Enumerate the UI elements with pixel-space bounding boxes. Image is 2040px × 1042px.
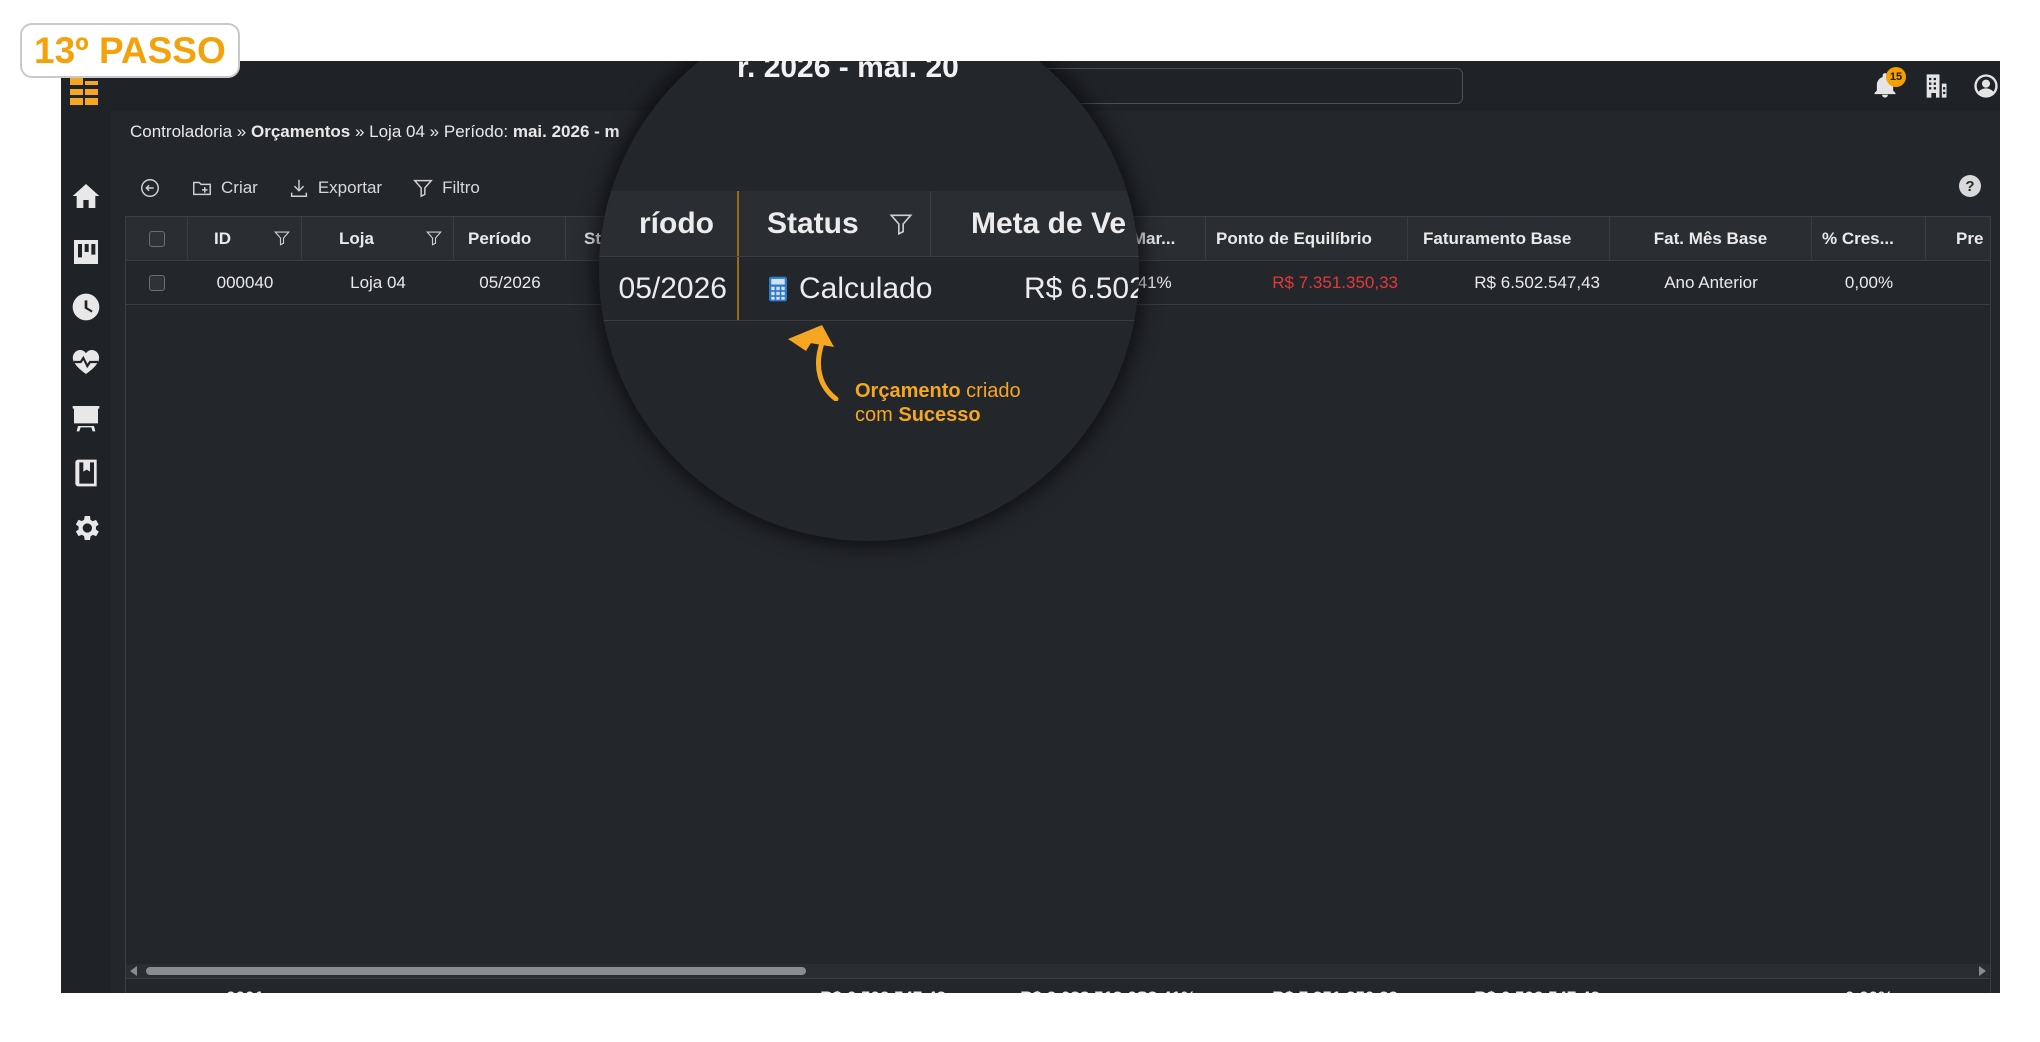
totals-row: 0001 R$ 6.502.547,43 R$ 2.088.518,63 28,… — [126, 978, 1990, 993]
back-arrow-icon — [141, 179, 159, 197]
total-break-even: R$ 7.351.350,33 — [1206, 983, 1408, 994]
cell-base-revenue: R$ 6.502.547,43 — [1474, 272, 1600, 292]
filter-button[interactable]: Filtro — [412, 177, 480, 199]
toolbar: Criar Exportar Filtro — [139, 173, 510, 203]
col-header-break-even[interactable]: Ponto de Equilíbrio — [1206, 217, 1408, 260]
export-button[interactable]: Exportar — [288, 177, 382, 199]
cell-base-month: Ano Anterior — [1664, 272, 1758, 292]
success-note: Orçamento criado com Sucesso — [855, 380, 1021, 426]
back-button[interactable] — [139, 177, 161, 199]
cell-store: Loja 04 — [350, 272, 406, 292]
breadcrumb-period-label: Período: — [443, 122, 509, 141]
total-margin: 28,41% — [1106, 983, 1206, 994]
magnified-title: r. 2026 - mai. 20 — [737, 61, 959, 84]
magnified-row: 05/2026 Calculado R$ 6.502 — [599, 257, 1139, 321]
callout-arrow-icon — [788, 325, 839, 401]
download-icon — [290, 179, 307, 197]
total-sales-goal: R$ 6.502.547,43 — [746, 983, 946, 994]
building-icon[interactable] — [1919, 69, 1953, 103]
cell-id: 000040 — [216, 272, 274, 292]
magnified-cell-goal: R$ 6.502 — [1024, 271, 1139, 305]
kanban-icon[interactable] — [69, 235, 103, 269]
cell-period: 05/2026 — [479, 272, 541, 292]
magnified-header: ríodo Status Meta de Ve — [599, 191, 1139, 257]
filter-icon[interactable] — [273, 229, 291, 247]
cell-break-even: R$ 7.351.350,33 — [1272, 272, 1398, 292]
help-icon[interactable]: ? — [1959, 175, 1981, 197]
col-header-period[interactable]: Período — [454, 217, 566, 260]
select-all-checkbox[interactable] — [126, 217, 188, 260]
heart-pulse-icon[interactable] — [69, 345, 103, 379]
notification-count-badge: 15 — [1886, 67, 1906, 87]
horizontal-scrollbar[interactable] — [126, 964, 1990, 978]
sidebar — [61, 61, 111, 993]
book-icon[interactable] — [69, 456, 103, 490]
total-base-revenue: R$ 6.502.547,43 — [1408, 983, 1610, 994]
filter-icon[interactable] — [888, 211, 914, 237]
scroll-right-arrow[interactable] — [1979, 966, 1986, 976]
filter-icon — [413, 179, 433, 198]
scroll-left-arrow[interactable] — [130, 966, 137, 976]
total-growth: 0,00% — [1812, 983, 1926, 994]
folder-plus-icon — [193, 181, 211, 196]
clock-icon[interactable] — [69, 290, 103, 324]
calculator-icon — [769, 257, 793, 320]
col-header-store[interactable]: Loja — [302, 217, 454, 260]
app-screen: 15 Controladoria » Orçamentos » Loja 04 … — [61, 61, 2000, 993]
presentation-icon[interactable] — [69, 401, 103, 435]
breadcrumb-period-value: mai. 2026 - m — [512, 122, 620, 141]
create-button[interactable]: Criar — [191, 177, 258, 199]
step-badge: 13º PASSO — [20, 23, 240, 78]
total-count: 0001 — [188, 983, 302, 994]
col-header-pre[interactable]: Pre — [1926, 217, 1992, 260]
breadcrumb: Controladoria » Orçamentos » Loja 04 » P… — [130, 122, 620, 141]
bell-icon[interactable]: 15 — [1868, 67, 1906, 103]
magnified-col-goal: Meta de Ve — [971, 206, 1127, 240]
cell-growth: 0,00% — [1844, 272, 1894, 292]
scrollbar-thumb[interactable] — [146, 967, 806, 975]
magnified-cell-status: Calculado — [799, 271, 933, 305]
col-header-growth[interactable]: % Cres... — [1812, 217, 1926, 260]
col-header-base-revenue[interactable]: Faturamento Base — [1408, 217, 1610, 260]
filter-icon[interactable] — [425, 229, 443, 247]
magnified-col-status: Status — [741, 191, 931, 256]
col-header-base-month[interactable]: Fat. Mês Base — [1610, 217, 1812, 260]
user-circle-icon[interactable] — [1969, 69, 2000, 103]
breadcrumb-section[interactable]: Orçamentos — [251, 122, 350, 141]
col-header-id[interactable]: ID — [188, 217, 302, 260]
magnified-col-period: ríodo — [639, 191, 739, 256]
gear-icon[interactable] — [69, 511, 103, 545]
row-checkbox[interactable] — [126, 261, 188, 304]
home-icon[interactable] — [69, 179, 103, 213]
breadcrumb-store: Loja 04 — [369, 122, 425, 141]
magnified-cell-period: 05/2026 — [599, 257, 739, 320]
breadcrumb-root[interactable]: Controladoria — [130, 122, 232, 141]
